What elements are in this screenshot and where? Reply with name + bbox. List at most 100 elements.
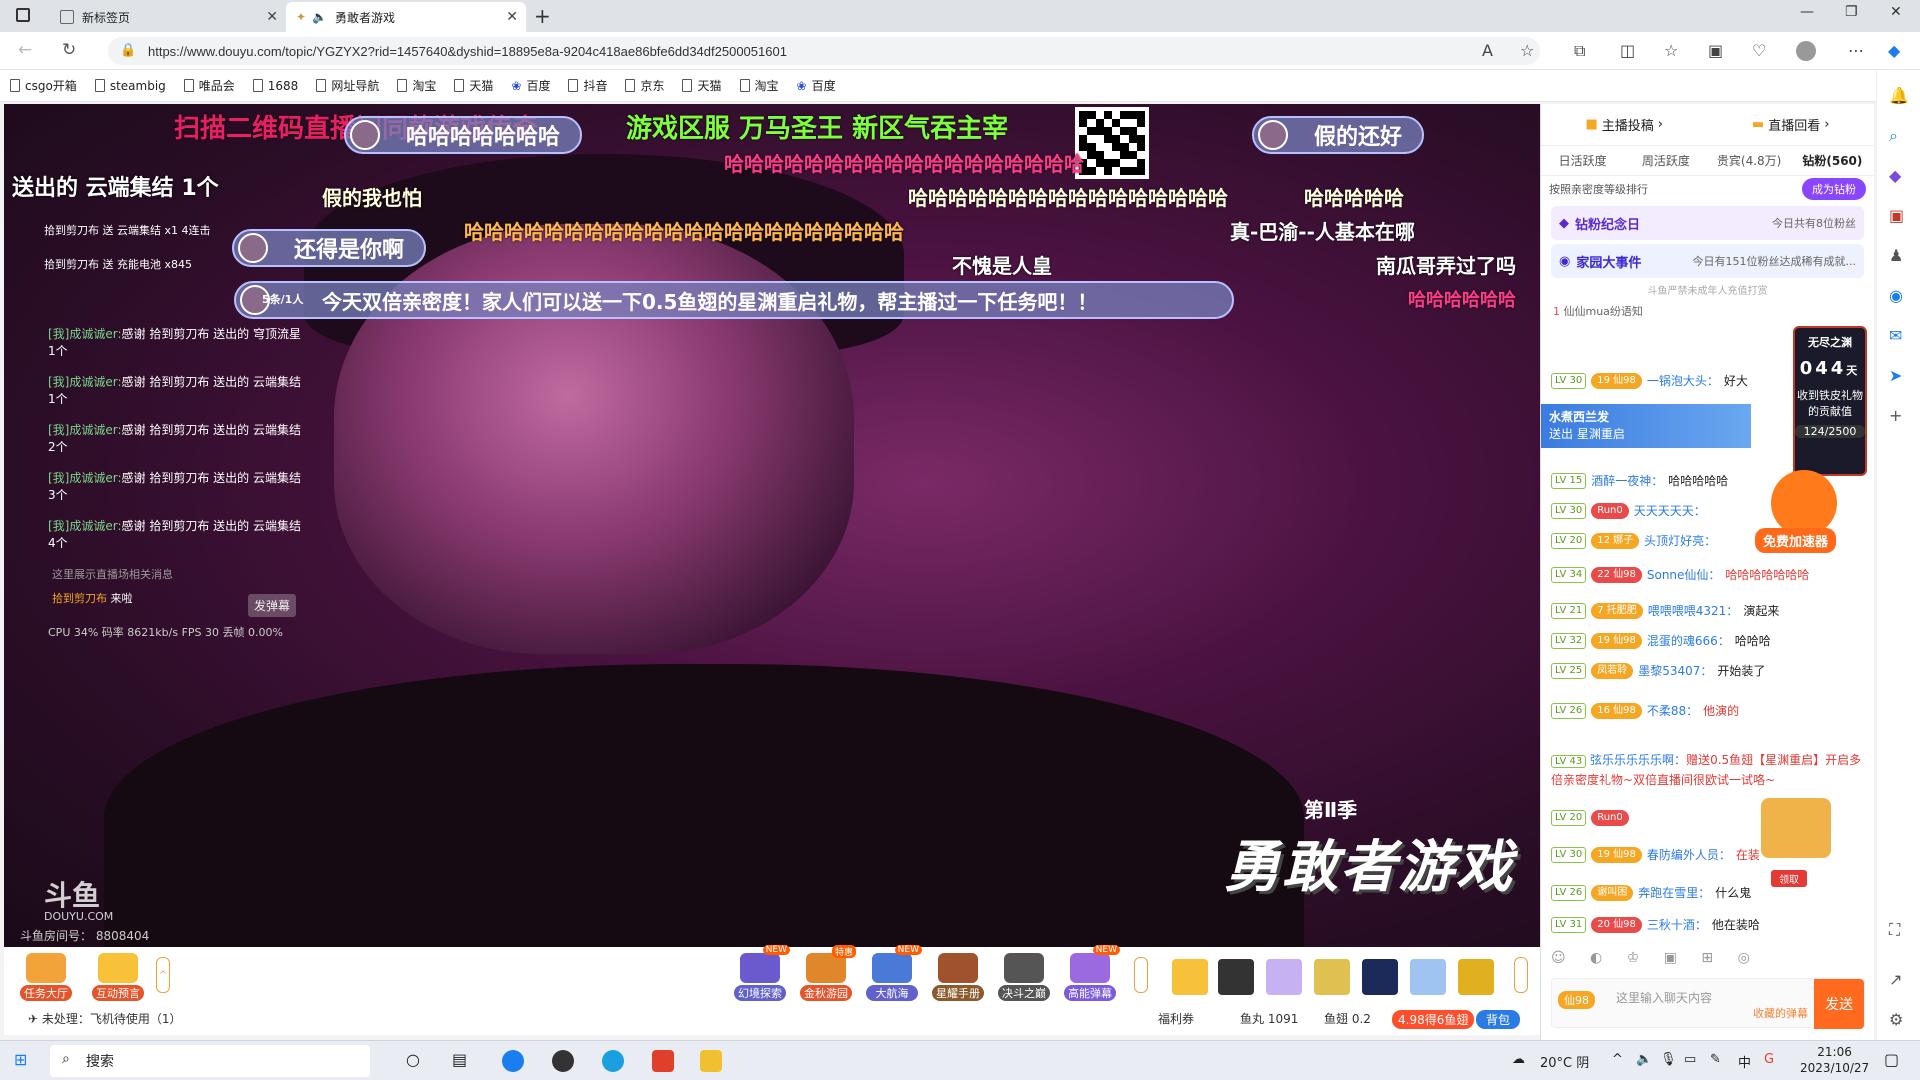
task-hall-button[interactable]: 任务大厅 xyxy=(20,953,72,1001)
bookmark-csgo[interactable]: csgo开箱 xyxy=(10,77,77,94)
video-player[interactable]: 扫描二维码直播间同款游戏传奇 游戏区服 万马圣王 新区气吞主宰 哈哈哈哈哈哈哈 … xyxy=(4,104,1540,947)
extensions-icon[interactable]: ⧉ xyxy=(1574,41,1585,61)
tab-new[interactable]: 新标签页 ✕ xyxy=(50,2,286,32)
pen-icon[interactable]: ✎ xyxy=(1710,1052,1721,1067)
back-icon[interactable]: ← xyxy=(18,40,32,60)
gift-item[interactable]: NEW 幻境探索 xyxy=(734,945,790,1001)
search-icon[interactable]: ⌕ xyxy=(1889,126,1898,146)
copilot-icon[interactable]: ◆ xyxy=(1888,41,1900,60)
bookmark-nav[interactable]: 网址导航 xyxy=(316,77,379,94)
chat-message[interactable]: LV 34 22 仙98 Sonne仙仙： 哈哈哈哈哈哈哈 xyxy=(1551,566,1809,583)
chat-message[interactable]: LV 15 酒醉一夜神： 哈哈哈哈哈 xyxy=(1551,472,1728,489)
read-aloud-icon[interactable]: A xyxy=(1482,41,1493,60)
chat-message[interactable]: LV 20 12 娜子 头顶灯好亮： xyxy=(1551,532,1716,549)
home-event-card[interactable]: ◉ 家园大事件 今日有151位粉丝达成稀有成就... xyxy=(1551,244,1864,278)
browser-essentials-icon[interactable]: ♡ xyxy=(1752,41,1766,60)
tab-vip[interactable]: 贵宾(4.8万) xyxy=(1708,152,1791,169)
tab-active[interactable]: ✦ 🔈 勇敢者游戏 ✕ xyxy=(286,2,526,32)
treasure-chest-icon[interactable] xyxy=(1761,798,1831,858)
office-icon[interactable]: ◉ xyxy=(1889,286,1903,305)
restore-icon[interactable]: ❐ xyxy=(1845,4,1858,20)
chat-message[interactable]: LV 30 19 仙98 春防编外人员： 在装 xyxy=(1551,846,1760,863)
bookmark-taobao-2[interactable]: 淘宝 xyxy=(739,77,779,94)
weather-text[interactable]: 20°C 阴 xyxy=(1540,1052,1589,1071)
gift-item[interactable]: NEW 高能弹幕 xyxy=(1064,945,1120,1001)
claim-button[interactable]: 领取 xyxy=(1771,870,1807,887)
become-fan-button[interactable]: 成为钻粉 xyxy=(1802,178,1866,200)
favorites-icon[interactable]: ☆ xyxy=(1664,41,1678,60)
tab-daily[interactable]: 日活跃度 xyxy=(1541,152,1624,169)
gift-item[interactable]: 星耀手册 xyxy=(932,953,984,1001)
prediction-button[interactable]: 互动预言 xyxy=(92,953,144,1001)
unprocessed-notice[interactable]: ✈ 未处理：飞机待使用（1） xyxy=(28,1010,182,1027)
bookmark-taobao[interactable]: 淘宝 xyxy=(397,77,436,94)
games-icon[interactable]: ♟ xyxy=(1889,246,1903,265)
streamer-posts-link[interactable]: ■ 主播投稿 › xyxy=(1585,115,1663,134)
send-button[interactable]: 发送 xyxy=(1814,979,1864,1029)
chat-message[interactable]: LV 25 凤若聆 墨黎53407： 开始装了 xyxy=(1551,662,1765,679)
gift-item[interactable]: NEW 大航海 xyxy=(866,945,922,1001)
speaker-icon[interactable]: 🔈 xyxy=(312,10,327,24)
tray-chevron-icon[interactable]: ^ xyxy=(1612,1052,1623,1067)
chat-message[interactable]: LV 26 16 仙98 不柔88： 他演的 xyxy=(1551,702,1739,719)
tab-diamond-fans[interactable]: 钻粉(560) xyxy=(1791,152,1874,169)
bookmark-baidu-2[interactable]: ❀ 百度 xyxy=(797,77,836,94)
chat-message[interactable]: LV 31 20 仙98 三秋十酒： 他在装哈 xyxy=(1551,916,1760,933)
app-k-icon[interactable] xyxy=(502,1050,524,1072)
tools-icon[interactable]: ◆ xyxy=(1889,166,1901,185)
windows-start-icon[interactable]: ⊞ xyxy=(14,1050,27,1069)
shopping-icon[interactable]: ▣ xyxy=(1889,206,1904,225)
gift-item[interactable]: 特惠 金秋游园 xyxy=(800,945,856,1001)
send-danmaku-button[interactable]: 发弹幕 xyxy=(248,594,297,617)
free-accelerator-button[interactable]: 免费加速器 xyxy=(1755,528,1837,553)
bookmark-baidu[interactable]: ❀ 百度 xyxy=(511,77,550,94)
ime-indicator[interactable]: 中 xyxy=(1738,1052,1751,1071)
bookmark-tmall[interactable]: 天猫 xyxy=(454,77,493,94)
gift-slot[interactable] xyxy=(1362,959,1398,995)
close-icon[interactable]: ✕ xyxy=(506,9,518,25)
chat-message[interactable]: LV 26 谢叫困 奔跑在雪里： 什么鬼 xyxy=(1551,884,1751,901)
chat-message[interactable]: LV 43 弦乐乐乐乐乐啊：赠送0.5鱼翅【星渊重启】开启多倍亲密度礼物~双倍直… xyxy=(1551,750,1865,790)
split-screen-icon[interactable]: ◫ xyxy=(1620,41,1635,60)
task-view-icon[interactable]: ▤ xyxy=(452,1050,467,1069)
edge-icon[interactable] xyxy=(602,1050,624,1072)
bookmark-tmall-2[interactable]: 天猫 xyxy=(682,77,722,94)
expand-icon[interactable] xyxy=(1134,957,1148,993)
chat-message[interactable]: LV 20 Run0 xyxy=(1551,810,1629,826)
ime-g-icon[interactable]: G xyxy=(1764,1052,1774,1067)
app-red-icon[interactable] xyxy=(652,1050,674,1072)
gift-slot[interactable] xyxy=(1266,959,1302,995)
saved-danmaku-link[interactable]: 收藏的弹幕 xyxy=(1753,1005,1808,1021)
more-icon[interactable]: ⋯ xyxy=(1848,41,1864,60)
gift-slot[interactable] xyxy=(1410,959,1446,995)
add-icon[interactable]: + xyxy=(1889,406,1902,425)
chat-input[interactable]: 仙98 这里输入聊天内容 收藏的弹幕 发送 xyxy=(1551,978,1865,1029)
steam-icon[interactable] xyxy=(552,1050,574,1072)
clock[interactable]: 21:06 2023/10/27 xyxy=(1800,1044,1869,1076)
settings-icon[interactable]: ⚙ xyxy=(1889,1010,1903,1029)
outlook-icon[interactable]: ✉ xyxy=(1889,326,1902,345)
volume-icon[interactable]: 🔈 xyxy=(1636,1052,1652,1067)
replay-link[interactable]: ▬ 直播回看 › xyxy=(1752,115,1830,134)
profile-avatar[interactable] xyxy=(1796,41,1816,61)
gift-item[interactable]: 决斗之巅 xyxy=(998,953,1050,1001)
send-icon[interactable]: ➤ xyxy=(1889,366,1902,385)
refresh-icon[interactable]: ↻ xyxy=(62,40,76,60)
minimize-icon[interactable]: — xyxy=(1800,4,1814,20)
mic-icon[interactable]: 🎙 xyxy=(1660,1052,1677,1067)
chat-tool-icons[interactable]: ☺ ◐ ♔ ▣ ⊞ ◎ xyxy=(1551,950,1760,966)
taskbar-search[interactable]: ⌕ 搜索 xyxy=(50,1045,370,1077)
app-yellow-icon[interactable] xyxy=(700,1050,722,1072)
url-field[interactable]: 🔒 https://www.douyu.com/topic/YGZYX2?rid… xyxy=(108,37,1540,65)
bookmark-1688[interactable]: 1688 xyxy=(252,79,298,93)
accelerator-icon[interactable] xyxy=(1771,470,1837,536)
favorite-star-icon[interactable]: ☆ xyxy=(1520,41,1534,60)
fan-anniversary-card[interactable]: ◆ 钻粉纪念日 今日共有8位粉丝 xyxy=(1551,206,1864,240)
gift-slot[interactable] xyxy=(1314,959,1350,995)
expand-icon[interactable] xyxy=(1514,957,1528,993)
close-icon[interactable]: ✕ xyxy=(266,9,278,25)
bookmark-vip[interactable]: 唯品会 xyxy=(183,77,235,94)
bookmark-jd[interactable]: 京东 xyxy=(625,77,664,94)
notification-bell-icon[interactable]: 🔔 xyxy=(1889,86,1909,105)
event-widget[interactable]: 无尽之渊 044天 收到铁皮礼物的贡献值 124/2500 xyxy=(1793,326,1867,476)
